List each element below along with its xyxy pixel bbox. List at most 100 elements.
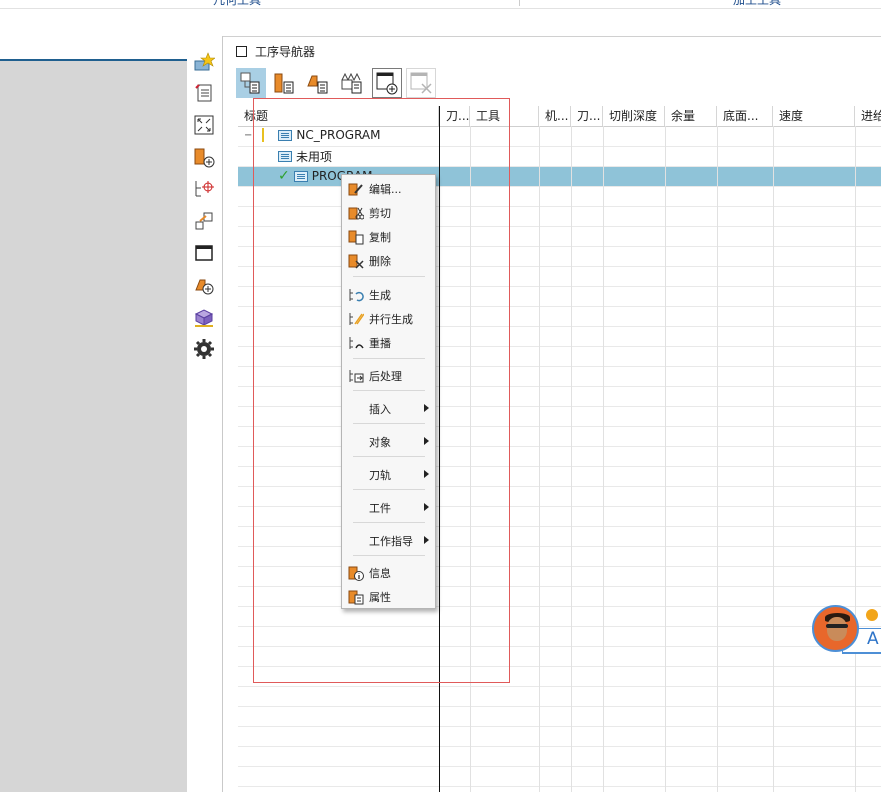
table-row[interactable] <box>238 387 881 407</box>
program-order-view-button[interactable] <box>236 68 266 98</box>
column-header-feed[interactable]: 进给 <box>855 106 881 126</box>
column-header-speed[interactable]: 速度 <box>773 106 855 126</box>
avatar[interactable] <box>812 605 859 652</box>
table-row[interactable] <box>238 407 881 427</box>
machining-method-view-button[interactable] <box>338 68 368 98</box>
table-row[interactable] <box>238 487 881 507</box>
menu-item-cut[interactable]: 剪切 <box>342 201 435 223</box>
ribbon-separator <box>519 0 520 6</box>
method-icon <box>195 212 213 230</box>
create-tool-icon <box>194 148 215 168</box>
create-program-button[interactable] <box>372 68 402 98</box>
column-header-cut-depth[interactable]: 切削深度 <box>603 106 665 126</box>
table-row[interactable] <box>238 527 881 547</box>
table-row[interactable] <box>238 627 881 647</box>
table-row[interactable] <box>238 187 881 207</box>
table-row[interactable] <box>238 727 881 747</box>
graphics-window[interactable] <box>0 36 187 792</box>
table-row[interactable] <box>238 507 881 527</box>
menu-separator <box>353 555 425 556</box>
create-program-icon <box>376 72 398 95</box>
cut-icon <box>347 204 364 221</box>
menu-item-copy[interactable]: 复制 <box>342 225 435 247</box>
delete-program-button[interactable] <box>406 68 436 98</box>
machining-method-view-icon <box>341 72 362 94</box>
column-header-machine[interactable]: 机... <box>539 106 571 126</box>
table-row[interactable] <box>238 307 881 327</box>
table-row[interactable] <box>238 247 881 267</box>
table-row[interactable] <box>238 747 881 767</box>
resource-fit-view-button[interactable] <box>191 112 217 138</box>
tree-node-unused[interactable]: 未用项 <box>278 148 332 165</box>
menu-separator <box>353 423 425 424</box>
resource-geometry-button[interactable] <box>191 176 217 202</box>
table-row[interactable] <box>238 567 881 587</box>
menu-item-workpiece[interactable]: 工件 <box>342 496 435 518</box>
column-header-tool[interactable]: 工具 <box>470 106 539 126</box>
resource-bar <box>187 36 223 792</box>
resource-tool-button[interactable] <box>191 144 217 170</box>
ribbon-tab-geometry-tools[interactable]: 几何工具 <box>213 0 261 8</box>
table-row[interactable] <box>238 347 881 367</box>
table-row[interactable] <box>238 287 881 307</box>
menu-item-replay[interactable]: 重播 <box>342 331 435 353</box>
menu-item-generate[interactable]: 生成 <box>342 283 435 305</box>
table-row[interactable] <box>238 267 881 287</box>
resource-favorites-button[interactable] <box>191 50 217 76</box>
table-row[interactable] <box>238 327 881 347</box>
menu-item-label: 对象 <box>369 436 391 449</box>
resource-workpiece-button[interactable] <box>191 304 217 330</box>
menu-item-delete[interactable]: 删除 <box>342 249 435 271</box>
menu-item-edit[interactable]: 编辑... <box>342 177 435 199</box>
menu-item-object[interactable]: 对象 <box>342 430 435 452</box>
table-row[interactable] <box>238 467 881 487</box>
column-header-floor[interactable]: 底面... <box>717 106 773 126</box>
ribbon-divider <box>0 8 881 9</box>
table-row[interactable] <box>238 147 881 167</box>
geometry-view-button[interactable] <box>304 68 334 98</box>
menu-item-postprocess[interactable]: 后处理 <box>342 364 435 386</box>
table-row[interactable] <box>238 767 881 787</box>
table-row[interactable] <box>238 367 881 387</box>
operation-navigator-grid: 标题 刀... 工具 机... 刀... 切削深度 余量 底面... 速度 进给… <box>238 106 881 792</box>
ribbon-tab-machining-tools[interactable]: 加工工具 <box>733 0 781 8</box>
table-row[interactable] <box>238 227 881 247</box>
menu-item-properties[interactable]: 属性 <box>342 585 435 607</box>
table-row[interactable] <box>238 607 881 627</box>
column-gridline <box>855 126 856 792</box>
folder-icon <box>278 151 292 162</box>
resource-method-button[interactable] <box>191 208 217 234</box>
menu-item-parallel-generate[interactable]: 并行生成 <box>342 307 435 329</box>
table-row[interactable] <box>238 547 881 567</box>
menu-item-label: 工作指导 <box>369 535 413 548</box>
column-header-tool-number[interactable]: 刀... <box>571 106 603 126</box>
resource-navigator-button[interactable] <box>191 80 217 106</box>
column-header-name[interactable]: 标题 <box>238 106 439 126</box>
fit-view-icon <box>194 115 214 135</box>
resource-window-button[interactable] <box>191 240 217 266</box>
menu-item-toolpath[interactable]: 刀轨 <box>342 463 435 485</box>
column-header-stock[interactable]: 余量 <box>665 106 717 126</box>
graphics-window-header <box>0 36 187 61</box>
collapse-toggle-icon[interactable]: − <box>244 130 252 141</box>
table-row[interactable] <box>238 647 881 667</box>
menu-item-insert[interactable]: 插入 <box>342 397 435 419</box>
table-row[interactable] <box>238 207 881 227</box>
table-row[interactable] <box>238 707 881 727</box>
panel-checkbox-icon[interactable] <box>236 46 247 57</box>
menu-item-work-instruction[interactable]: 工作指导 <box>342 529 435 551</box>
resource-create-operation-button[interactable] <box>191 272 217 298</box>
column-header-path[interactable]: 刀... <box>440 106 470 126</box>
tree-node-nc-program[interactable]: − NC_PROGRAM <box>244 128 380 142</box>
table-row[interactable] <box>238 587 881 607</box>
menu-item-information[interactable]: 信息 <box>342 561 435 583</box>
table-row[interactable] <box>238 447 881 467</box>
table-row[interactable] <box>238 667 881 687</box>
avatar-glasses <box>826 624 848 628</box>
machine-tool-view-button[interactable] <box>270 68 300 98</box>
resource-settings-button[interactable] <box>191 336 217 362</box>
menu-separator <box>353 456 425 457</box>
replay-icon <box>347 334 364 351</box>
table-row[interactable] <box>238 687 881 707</box>
table-row[interactable] <box>238 427 881 447</box>
